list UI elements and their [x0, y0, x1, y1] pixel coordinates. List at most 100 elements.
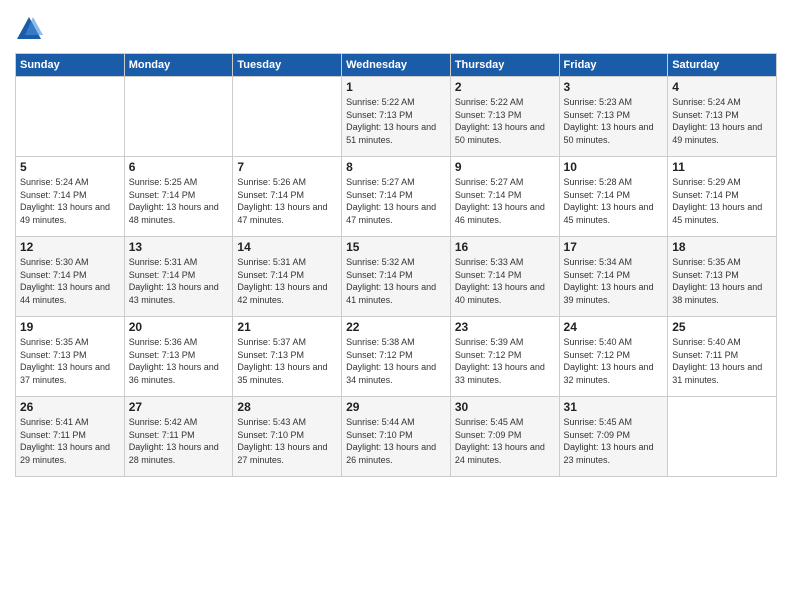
calendar-cell: 29 Sunrise: 5:44 AMSunset: 7:10 PMDayligh… [342, 397, 451, 477]
calendar-week-row: 19 Sunrise: 5:35 AMSunset: 7:13 PMDayligh… [16, 317, 777, 397]
day-number: 22 [346, 320, 446, 334]
calendar-cell: 14 Sunrise: 5:31 AMSunset: 7:14 PMDayligh… [233, 237, 342, 317]
day-number: 14 [237, 240, 337, 254]
calendar-header-row: SundayMondayTuesdayWednesdayThursdayFrid… [16, 54, 777, 77]
page: SundayMondayTuesdayWednesdayThursdayFrid… [0, 0, 792, 612]
calendar-cell: 5 Sunrise: 5:24 AMSunset: 7:14 PMDaylight… [16, 157, 125, 237]
calendar-cell: 16 Sunrise: 5:33 AMSunset: 7:14 PMDayligh… [450, 237, 559, 317]
day-number: 8 [346, 160, 446, 174]
calendar-week-row: 1 Sunrise: 5:22 AMSunset: 7:13 PMDaylight… [16, 77, 777, 157]
col-header-monday: Monday [124, 54, 233, 77]
day-info: Sunrise: 5:38 AMSunset: 7:12 PMDaylight:… [346, 336, 446, 386]
day-number: 3 [564, 80, 664, 94]
calendar-cell: 3 Sunrise: 5:23 AMSunset: 7:13 PMDaylight… [559, 77, 668, 157]
day-number: 4 [672, 80, 772, 94]
day-info: Sunrise: 5:40 AMSunset: 7:12 PMDaylight:… [564, 336, 664, 386]
calendar-cell: 13 Sunrise: 5:31 AMSunset: 7:14 PMDayligh… [124, 237, 233, 317]
day-number: 29 [346, 400, 446, 414]
day-info: Sunrise: 5:24 AMSunset: 7:14 PMDaylight:… [20, 176, 120, 226]
day-info: Sunrise: 5:35 AMSunset: 7:13 PMDaylight:… [672, 256, 772, 306]
calendar-cell: 2Sunrise: 5:22 AMSunset: 7:13 PMDaylight… [450, 77, 559, 157]
day-number: 9 [455, 160, 555, 174]
calendar-cell: 12Sunrise: 5:30 AMSunset: 7:14 PMDayligh… [16, 237, 125, 317]
day-number: 23 [455, 320, 555, 334]
calendar-cell: 11Sunrise: 5:29 AMSunset: 7:14 PMDayligh… [668, 157, 777, 237]
day-info: Sunrise: 5:40 AMSunset: 7:11 PMDaylight:… [672, 336, 772, 386]
day-info: Sunrise: 5:34 AMSunset: 7:14 PMDaylight:… [564, 256, 664, 306]
calendar-cell [124, 77, 233, 157]
day-number: 19 [20, 320, 120, 334]
calendar-cell [16, 77, 125, 157]
day-number: 20 [129, 320, 229, 334]
calendar-cell: 10 Sunrise: 5:28 AMSunset: 7:14 PMDayligh… [559, 157, 668, 237]
day-number: 13 [129, 240, 229, 254]
day-number: 1 [346, 80, 446, 94]
day-info: Sunrise: 5:45 AMSunset: 7:09 PMDaylight:… [455, 416, 555, 466]
calendar-cell: 21Sunrise: 5:37 AMSunset: 7:13 PMDayligh… [233, 317, 342, 397]
calendar-cell: 28 Sunrise: 5:43 AMSunset: 7:10 PMDayligh… [233, 397, 342, 477]
day-info: Sunrise: 5:37 AMSunset: 7:13 PMDaylight:… [237, 336, 337, 386]
day-number: 28 [237, 400, 337, 414]
day-number: 24 [564, 320, 664, 334]
calendar-table: SundayMondayTuesdayWednesdayThursdayFrid… [15, 53, 777, 477]
day-info: Sunrise: 5:28 AMSunset: 7:14 PMDaylight:… [564, 176, 664, 226]
day-number: 17 [564, 240, 664, 254]
day-info: Sunrise: 5:39 AMSunset: 7:12 PMDaylight:… [455, 336, 555, 386]
logo [15, 15, 47, 43]
calendar-cell: 26Sunrise: 5:41 AMSunset: 7:11 PMDayligh… [16, 397, 125, 477]
day-info: Sunrise: 5:43 AMSunset: 7:10 PMDaylight:… [237, 416, 337, 466]
calendar-cell: 27Sunrise: 5:42 AMSunset: 7:11 PMDayligh… [124, 397, 233, 477]
day-info: Sunrise: 5:24 AMSunset: 7:13 PMDaylight:… [672, 96, 772, 146]
day-info: Sunrise: 5:31 AMSunset: 7:14 PMDaylight:… [129, 256, 229, 306]
day-number: 5 [20, 160, 120, 174]
day-info: Sunrise: 5:22 AMSunset: 7:13 PMDaylight:… [455, 96, 555, 146]
day-info: Sunrise: 5:35 AMSunset: 7:13 PMDaylight:… [20, 336, 120, 386]
day-info: Sunrise: 5:31 AMSunset: 7:14 PMDaylight:… [237, 256, 337, 306]
day-number: 30 [455, 400, 555, 414]
calendar-cell: 30 Sunrise: 5:45 AMSunset: 7:09 PMDayligh… [450, 397, 559, 477]
calendar-cell: 7 Sunrise: 5:26 AMSunset: 7:14 PMDaylight… [233, 157, 342, 237]
calendar-week-row: 5 Sunrise: 5:24 AMSunset: 7:14 PMDaylight… [16, 157, 777, 237]
day-info: Sunrise: 5:36 AMSunset: 7:13 PMDaylight:… [129, 336, 229, 386]
calendar-cell: 8 Sunrise: 5:27 AMSunset: 7:14 PMDaylight… [342, 157, 451, 237]
col-header-sunday: Sunday [16, 54, 125, 77]
day-info: Sunrise: 5:33 AMSunset: 7:14 PMDaylight:… [455, 256, 555, 306]
calendar-cell: 18 Sunrise: 5:35 AMSunset: 7:13 PMDayligh… [668, 237, 777, 317]
logo-icon [15, 15, 43, 43]
day-info: Sunrise: 5:27 AMSunset: 7:14 PMDaylight:… [346, 176, 446, 226]
calendar-cell: 4 Sunrise: 5:24 AMSunset: 7:13 PMDaylight… [668, 77, 777, 157]
calendar-cell: 22 Sunrise: 5:38 AMSunset: 7:12 PMDayligh… [342, 317, 451, 397]
calendar-cell: 1Sunrise: 5:22 AMSunset: 7:13 PMDaylight… [342, 77, 451, 157]
calendar-cell: 15Sunrise: 5:32 AMSunset: 7:14 PMDayligh… [342, 237, 451, 317]
calendar-cell [233, 77, 342, 157]
calendar-cell: 19 Sunrise: 5:35 AMSunset: 7:13 PMDayligh… [16, 317, 125, 397]
calendar-cell: 9Sunrise: 5:27 AMSunset: 7:14 PMDaylight… [450, 157, 559, 237]
day-number: 12 [20, 240, 120, 254]
day-number: 15 [346, 240, 446, 254]
day-number: 7 [237, 160, 337, 174]
calendar-cell: 17 Sunrise: 5:34 AMSunset: 7:14 PMDayligh… [559, 237, 668, 317]
day-info: Sunrise: 5:23 AMSunset: 7:13 PMDaylight:… [564, 96, 664, 146]
col-header-friday: Friday [559, 54, 668, 77]
col-header-wednesday: Wednesday [342, 54, 451, 77]
day-info: Sunrise: 5:42 AMSunset: 7:11 PMDaylight:… [129, 416, 229, 466]
header [15, 15, 777, 43]
day-info: Sunrise: 5:29 AMSunset: 7:14 PMDaylight:… [672, 176, 772, 226]
calendar-cell: 20 Sunrise: 5:36 AMSunset: 7:13 PMDayligh… [124, 317, 233, 397]
calendar-cell: 24 Sunrise: 5:40 AMSunset: 7:12 PMDayligh… [559, 317, 668, 397]
day-number: 16 [455, 240, 555, 254]
calendar-week-row: 26Sunrise: 5:41 AMSunset: 7:11 PMDayligh… [16, 397, 777, 477]
calendar-cell: 23 Sunrise: 5:39 AMSunset: 7:12 PMDayligh… [450, 317, 559, 397]
calendar-cell [668, 397, 777, 477]
day-info: Sunrise: 5:44 AMSunset: 7:10 PMDaylight:… [346, 416, 446, 466]
calendar-week-row: 12Sunrise: 5:30 AMSunset: 7:14 PMDayligh… [16, 237, 777, 317]
day-number: 31 [564, 400, 664, 414]
day-number: 6 [129, 160, 229, 174]
calendar-cell: 31Sunrise: 5:45 AMSunset: 7:09 PMDayligh… [559, 397, 668, 477]
day-number: 10 [564, 160, 664, 174]
day-number: 18 [672, 240, 772, 254]
day-info: Sunrise: 5:26 AMSunset: 7:14 PMDaylight:… [237, 176, 337, 226]
day-info: Sunrise: 5:25 AMSunset: 7:14 PMDaylight:… [129, 176, 229, 226]
calendar-cell: 25Sunrise: 5:40 AMSunset: 7:11 PMDayligh… [668, 317, 777, 397]
col-header-tuesday: Tuesday [233, 54, 342, 77]
